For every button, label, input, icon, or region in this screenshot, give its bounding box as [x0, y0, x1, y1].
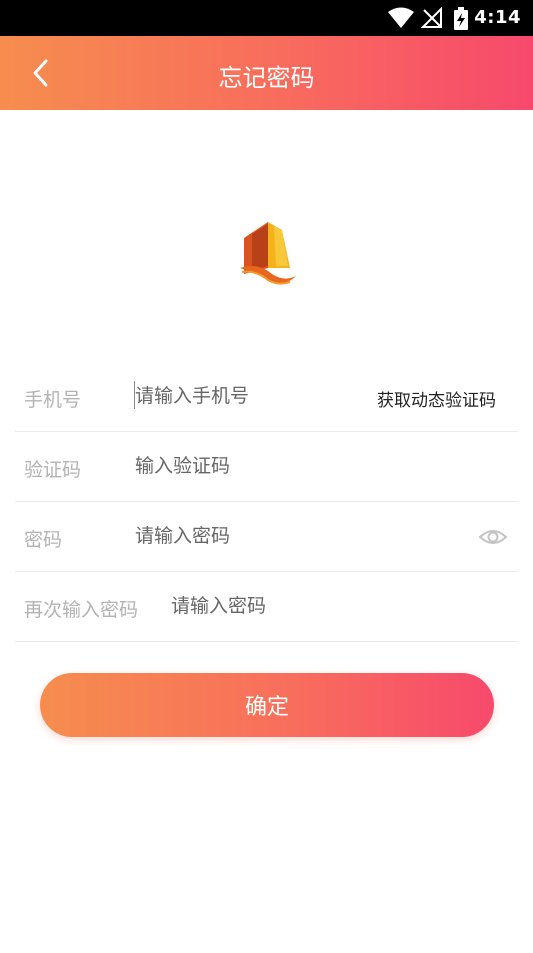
- wifi-icon: [388, 7, 414, 28]
- code-input[interactable]: [135, 446, 435, 486]
- confirm-button[interactable]: 确定: [40, 673, 494, 737]
- confirm-password-row: 再次输入密码: [15, 572, 518, 642]
- get-code-button[interactable]: 获取动态验证码: [377, 386, 496, 411]
- confirm-password-label: 再次输入密码: [24, 599, 139, 621]
- app-logo-icon: [240, 222, 296, 285]
- code-row: 验证码: [15, 432, 518, 502]
- eye-icon[interactable]: [478, 522, 508, 552]
- phone-label: 手机号: [24, 389, 82, 411]
- password-input[interactable]: [135, 516, 435, 556]
- no-signal-icon: [421, 7, 442, 28]
- header-bar: 忘记密码: [0, 36, 533, 110]
- battery-charging-icon: [454, 7, 468, 30]
- page-title: 忘记密码: [218, 64, 315, 92]
- phone-row: 手机号 获取动态验证码: [15, 362, 518, 432]
- status-bar: 4:14: [0, 0, 533, 36]
- password-row: 密码: [15, 502, 518, 572]
- code-label: 验证码: [24, 459, 82, 481]
- confirm-password-input[interactable]: [171, 586, 471, 626]
- phone-input[interactable]: [135, 376, 365, 416]
- status-time: 4:14: [474, 7, 521, 28]
- password-label: 密码: [24, 529, 63, 551]
